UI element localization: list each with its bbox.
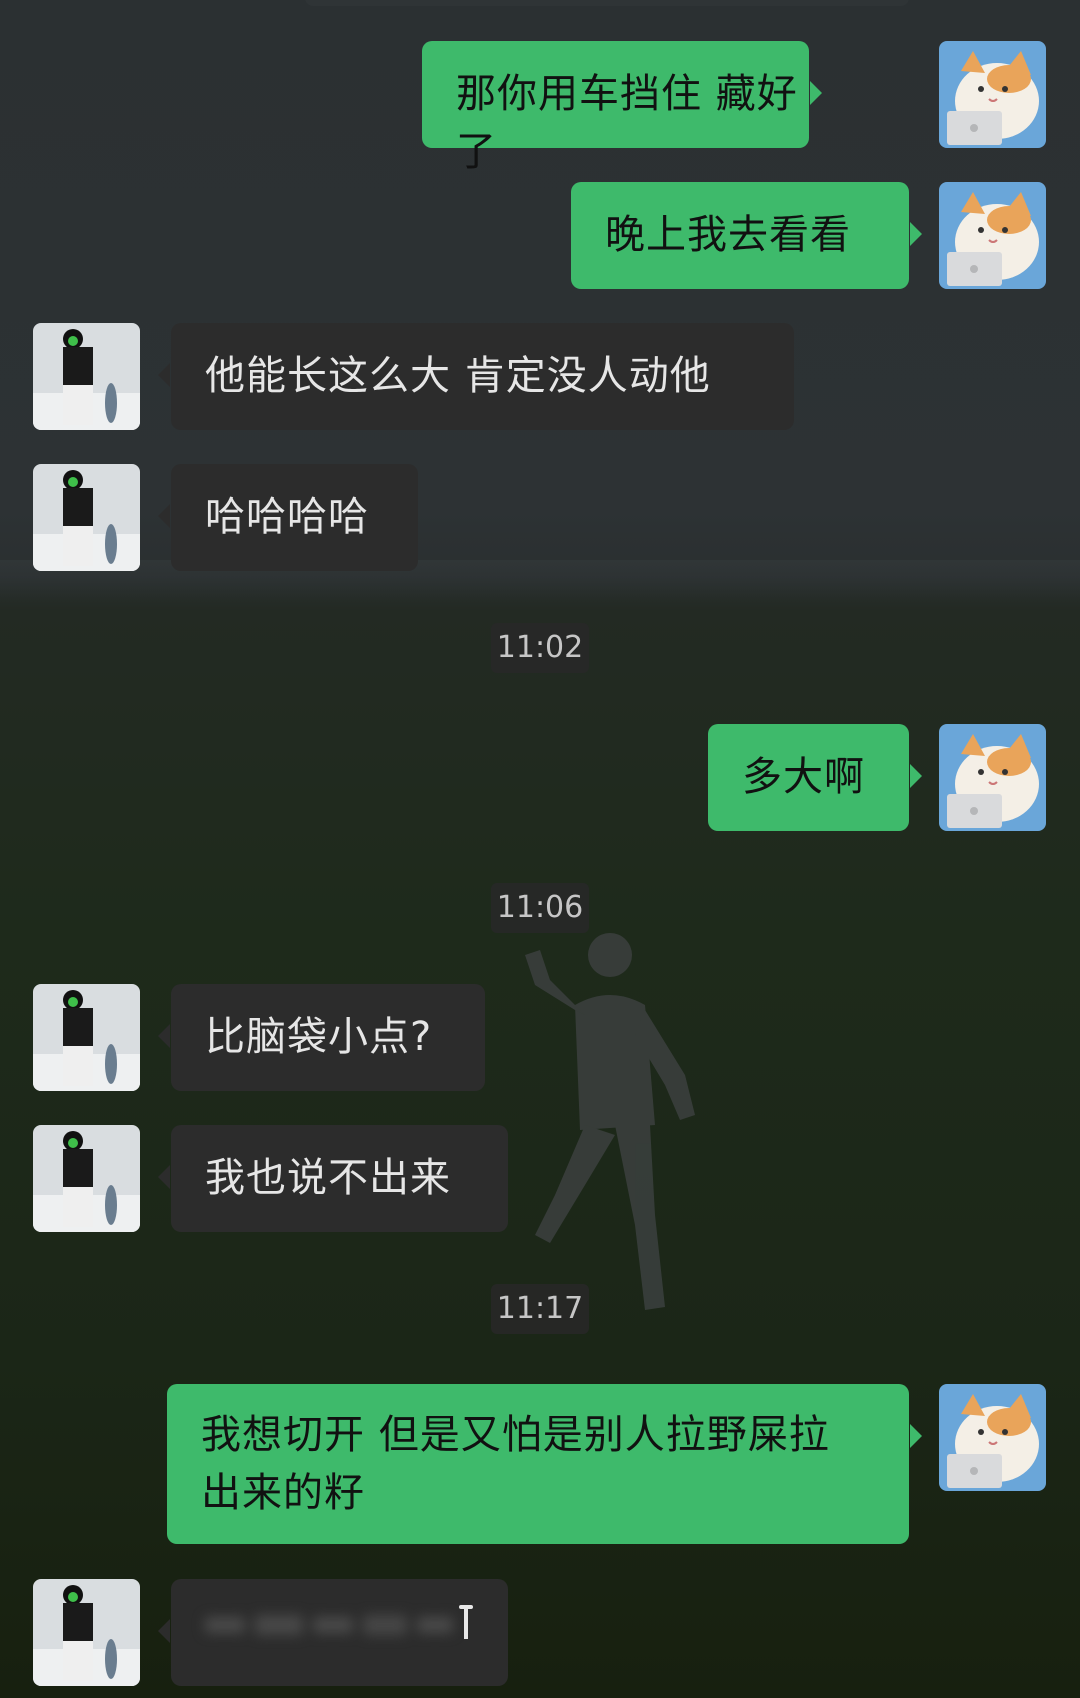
background-running-figure xyxy=(525,933,695,1310)
timestamp: 11:06 xyxy=(491,883,589,933)
message-bubble-received[interactable]: 他能长这么大 肯定没人动他 xyxy=(158,323,794,430)
text-cursor-tip-icon xyxy=(459,1605,473,1609)
person-snowboard-icon xyxy=(33,984,140,1091)
message-text: 那你用车挡住 藏好了 xyxy=(456,71,798,175)
cat-with-laptop-icon xyxy=(939,182,1046,289)
message-bubble-received[interactable]: 我也说不出来 xyxy=(158,1125,508,1232)
my-avatar[interactable] xyxy=(939,182,1046,289)
contact-avatar[interactable] xyxy=(33,464,140,571)
message-text: 比脑袋小点? xyxy=(205,1014,433,1060)
previous-message-edge xyxy=(305,0,909,6)
my-avatar[interactable] xyxy=(939,41,1046,148)
my-avatar[interactable] xyxy=(939,724,1046,831)
message-bubble-sent[interactable]: 我想切开 但是又怕是别人拉野屎拉 出来的籽 xyxy=(167,1384,922,1544)
cat-with-laptop-icon xyxy=(939,1384,1046,1491)
message-bubble-sent[interactable]: 多大啊 xyxy=(708,724,922,831)
cat-with-laptop-icon xyxy=(939,41,1046,148)
my-avatar[interactable] xyxy=(939,1384,1046,1491)
message-text: 他能长这么大 肯定没人动他 xyxy=(205,353,711,399)
person-snowboard-icon xyxy=(33,464,140,571)
contact-avatar[interactable] xyxy=(33,1579,140,1686)
timestamp: 11:17 xyxy=(491,1284,589,1334)
cat-with-laptop-icon xyxy=(939,724,1046,831)
timestamp: 11:02 xyxy=(491,623,589,673)
contact-avatar[interactable] xyxy=(33,323,140,430)
person-snowboard-icon xyxy=(33,1579,140,1686)
message-text: 哈哈哈哈 xyxy=(205,494,369,540)
message-text: 晚上我去看看 xyxy=(605,212,851,258)
message-text-obscured xyxy=(171,1579,508,1661)
text-cursor-icon xyxy=(464,1609,468,1639)
background-horizon xyxy=(0,560,1080,600)
contact-avatar[interactable] xyxy=(33,1125,140,1232)
message-bubble-received[interactable]: 哈哈哈哈 xyxy=(158,464,418,571)
contact-avatar[interactable] xyxy=(33,984,140,1091)
obscured-text-shape xyxy=(205,1615,453,1635)
message-text: 多大啊 xyxy=(742,754,865,800)
message-bubble-received[interactable] xyxy=(158,1579,508,1686)
message-text: 我想切开 但是又怕是别人拉野屎拉 xyxy=(201,1412,830,1458)
message-text: 我也说不出来 xyxy=(205,1155,451,1201)
message-bubble-sent[interactable]: 那你用车挡住 藏好了 xyxy=(422,41,822,175)
message-bubble-sent[interactable]: 晚上我去看看 xyxy=(571,182,922,289)
person-snowboard-icon xyxy=(33,1125,140,1232)
message-text-line2: 出来的籽 xyxy=(201,1470,365,1516)
person-snowboard-icon xyxy=(33,323,140,430)
message-bubble-received[interactable]: 比脑袋小点? xyxy=(158,984,485,1091)
